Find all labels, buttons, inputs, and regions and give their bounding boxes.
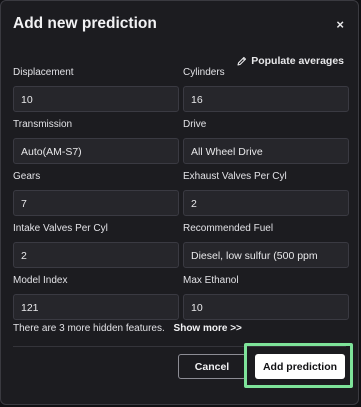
transmission-label: Transmission — [13, 119, 73, 130]
intake-valves-input[interactable]: 2 — [13, 242, 179, 268]
field-intake-valves: Intake Valves Per Cyl 2 — [13, 222, 179, 268]
cylinders-input[interactable]: 16 — [183, 86, 349, 112]
show-more-link[interactable]: Show more >> — [174, 323, 242, 334]
field-drive: Drive All Wheel Drive — [183, 118, 349, 164]
field-displacement: Displacement 10 — [13, 66, 179, 112]
exhaust-valves-label: Exhaust Valves Per Cyl — [183, 171, 287, 182]
add-prediction-button[interactable]: Add prediction — [255, 354, 345, 379]
field-model-index: Model Index 121 — [13, 274, 179, 320]
displacement-label: Displacement — [13, 67, 74, 78]
dialog-title: Add new prediction — [13, 15, 157, 32]
drive-input[interactable]: All Wheel Drive — [183, 138, 349, 164]
drive-label: Drive — [183, 119, 207, 130]
model-index-input[interactable]: 121 — [13, 294, 179, 320]
max-ethanol-label: Max Ethanol — [183, 275, 239, 286]
max-ethanol-input[interactable]: 10 — [183, 294, 349, 320]
hidden-features-note: There are 3 more hidden features. Show m… — [13, 323, 242, 334]
close-icon[interactable]: × — [336, 17, 344, 32]
gears-input[interactable]: 7 — [13, 190, 179, 216]
hidden-features-text: There are 3 more hidden features. — [13, 323, 165, 334]
field-gears: Gears 7 — [13, 170, 179, 216]
exhaust-valves-input[interactable]: 2 — [183, 190, 349, 216]
field-exhaust-valves: Exhaust Valves Per Cyl 2 — [183, 170, 349, 216]
model-index-label: Model Index — [13, 275, 68, 286]
field-cylinders: Cylinders 16 — [183, 66, 349, 112]
field-max-ethanol: Max Ethanol 10 — [183, 274, 349, 320]
intake-valves-label: Intake Valves Per Cyl — [13, 223, 108, 234]
field-recommended-fuel: Recommended Fuel Diesel, low sulfur (500… — [183, 222, 349, 268]
cancel-button[interactable]: Cancel — [178, 354, 246, 379]
recommended-fuel-input[interactable]: Diesel, low sulfur (500 ppm — [183, 242, 349, 268]
gears-label: Gears — [13, 171, 41, 182]
pencil-icon — [237, 56, 247, 66]
cylinders-label: Cylinders — [183, 67, 225, 78]
field-transmission: Transmission Auto(AM-S7) — [13, 118, 179, 164]
add-prediction-dialog: Add new prediction × Populate averages D… — [0, 0, 359, 405]
recommended-fuel-label: Recommended Fuel — [183, 223, 274, 234]
transmission-input[interactable]: Auto(AM-S7) — [13, 138, 179, 164]
displacement-input[interactable]: 10 — [13, 86, 179, 112]
